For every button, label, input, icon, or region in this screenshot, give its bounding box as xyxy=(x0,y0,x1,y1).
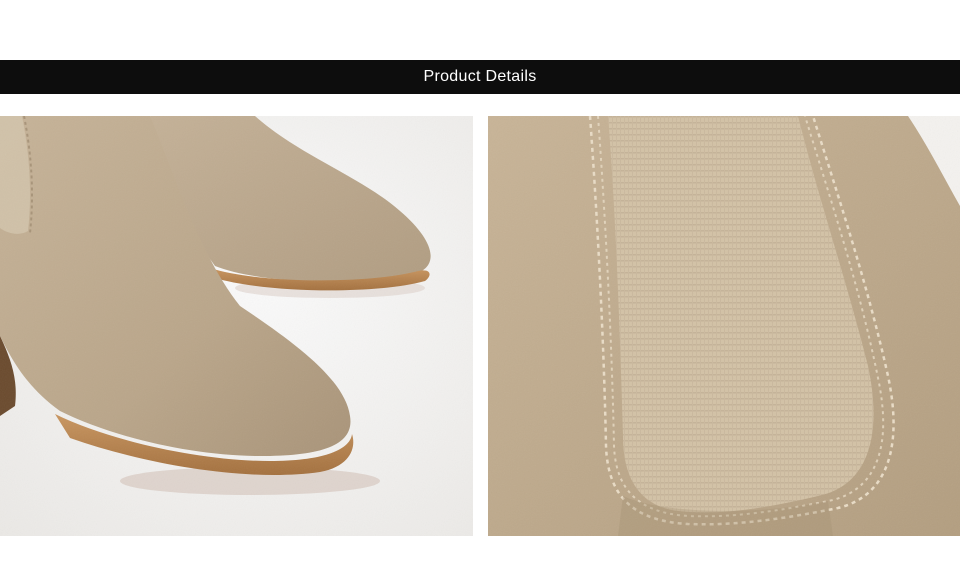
header-bar: Product Details xyxy=(0,60,960,94)
boot-toe-illustration xyxy=(0,116,473,536)
product-photo-toe xyxy=(0,116,473,536)
section-title: Product Details xyxy=(423,68,537,85)
elastic-panel-illustration xyxy=(488,116,960,536)
product-photo-elastic-panel xyxy=(488,116,960,536)
